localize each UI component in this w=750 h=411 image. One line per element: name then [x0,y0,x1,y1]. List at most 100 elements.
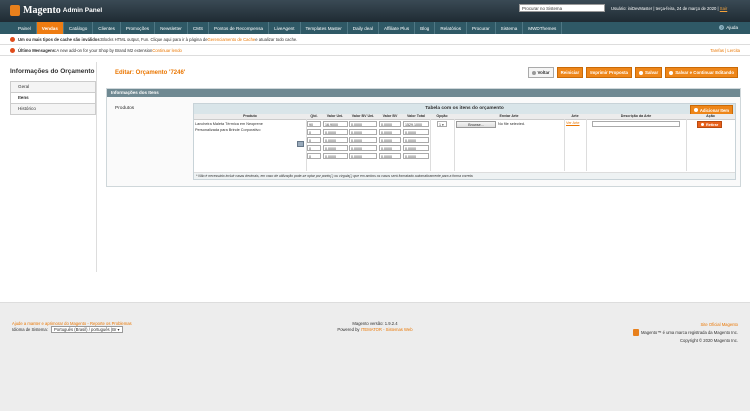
edit-product-icon[interactable] [297,141,304,147]
row-bv-input[interactable]: 0.0000 [379,153,401,159]
nav-item-clientes[interactable]: Clientes [93,22,121,34]
tab-itens[interactable]: Itens [10,92,96,103]
nav-item-newsletter[interactable]: Newsletter [155,22,188,34]
row-qty-input[interactable]: 0 [307,153,321,159]
nav-item-cms[interactable]: CMS [188,22,210,34]
add-icon [693,108,698,112]
row-bv-unit-input[interactable]: 0.0000 [349,129,377,135]
nav-item-procurar[interactable]: Procurar [467,22,496,34]
row-bv-input[interactable]: 0.0000 [379,137,401,143]
tasks-link[interactable]: Tarefas | Lercita [710,48,740,53]
save-icon [639,70,644,75]
row-bv-input[interactable]: 0.0000 [379,129,401,135]
row-total-input[interactable]: 0.0000 [403,137,429,143]
footer-right: Site Oficial Magento Magento™ é uma marc… [632,321,738,345]
grid-divider [430,119,431,171]
nav-item-catalogo[interactable]: Catálogo [64,22,94,34]
nav-item-pontos[interactable]: Pontos de Recompensa [209,22,270,34]
row-total-input[interactable]: 1529.1000 [403,121,429,127]
art-description-input[interactable] [592,121,680,127]
row-qty-input[interactable]: 90 [307,121,321,127]
back-button[interactable]: Voltar [527,67,554,78]
sidebar-tabs: Geral Itens Histórico [10,81,96,115]
save-continue-button[interactable]: Salvar e Continuar Editando [665,67,738,78]
grid-columns: Produto Qtd. Valor Uni. Valor BV Uni. Va… [194,114,735,120]
nav-item-relatorios[interactable]: Relatórios [435,22,468,34]
reset-button[interactable]: Reiniciar [556,67,584,78]
cache-message-title: Um ou mais tipos de cache são inválidos: [18,36,102,42]
row-qty-input[interactable]: 0 [307,137,321,143]
row-bv-unit-input[interactable]: 0.0000 [349,153,377,159]
user-info: Usuário: iniDevMaster | terça-feira, 24 … [611,6,727,11]
nav-item-liveagent[interactable]: LiveAgent [269,22,301,34]
help-label: Ajuda [726,25,738,30]
sidebar: Informações do Orçamento Geral Itens His… [0,62,97,272]
row-bv-input[interactable]: 0.0000 [379,145,401,151]
nav-item-affiliate[interactable]: Affiliate Plus [379,22,416,34]
official-site-link[interactable]: Site Oficial Magento [701,322,738,327]
cache-message: Um ou mais tipos de cache são inválidos:… [0,34,750,45]
reset-label: Reiniciar [560,70,580,75]
product-name: Lancheira Maleta Térmica em Neoprene Per… [195,122,263,132]
row-bv-unit-input[interactable]: 0.0000 [349,121,377,127]
row-unit-input[interactable]: 0.0000 [323,153,348,159]
nav-item-blog[interactable]: Blog [415,22,436,34]
cache-message-text: Blocks HTML output, Fun. Clique aqui par… [101,36,208,42]
cache-management-link[interactable]: Gerenciamento de Cache [208,37,256,42]
admin-header: Magento Admin Panel Procurar no Sistema … [0,0,750,22]
nav-item-sistema[interactable]: Sistema [496,22,524,34]
magento-logo[interactable]: Magento Admin Panel [10,5,102,16]
remove-label: Retirar [706,122,719,127]
row-total-input[interactable]: 0.0000 [403,153,429,159]
row-bv-unit-input[interactable]: 0.0000 [349,137,377,143]
row-bv-unit-input[interactable]: 0.0000 [349,145,377,151]
tab-geral[interactable]: Geral [10,81,96,92]
nav-item-promocoes[interactable]: Promoções [121,22,156,34]
itemator-link[interactable]: ITEMATOR - Sistemas Web [361,327,413,332]
browse-button[interactable]: Browse... [456,121,496,128]
help-link[interactable]: ? Ajuda [719,25,738,30]
row-unit-input[interactable]: 16.9000 [323,121,348,127]
row-unit-input[interactable]: 0.0000 [323,129,348,135]
no-file-text: No file selected. [498,122,526,126]
row-total-input[interactable]: 0.0000 [403,129,429,135]
nav-item-painel[interactable]: Painel [13,22,37,34]
error-icon [10,36,15,42]
nav-item-vendas[interactable]: Vendas [36,22,64,34]
col-produto: Produto [243,114,257,118]
col-enviar-arte: Enviar Arte [499,114,519,118]
nav-item-mwdthemes[interactable]: MWDThemes [523,22,563,34]
latest-message: Último Mensagens: A new add-on for your … [0,45,750,56]
row-bv-input[interactable]: 0.0000 [379,121,401,127]
cache-message-tail: e atualizar todo cache. [255,36,298,42]
col-qtd: Qtd. [310,114,318,118]
remove-button[interactable]: Retirar [697,121,723,128]
option-value: 1 [439,123,441,127]
grid-divider [564,119,565,171]
global-search-input[interactable]: Procurar no Sistema [519,4,605,12]
row-unit-input[interactable]: 0.0000 [323,145,348,151]
nav-item-templates[interactable]: Templates Master [301,22,348,34]
nav-item-daily-deal[interactable]: Daily deal [348,22,379,34]
main-nav: Painel Vendas Catálogo Clientes Promoçõe… [0,22,750,34]
view-art-link[interactable]: Ver Arte [566,121,580,125]
row-unit-input[interactable]: 0.0000 [323,137,348,143]
continue-reading-link[interactable]: Continuar lendo [152,48,182,53]
magento-logo-icon [10,5,20,16]
col-descricao-arte: Descrição da Arte [620,114,652,118]
logout-link[interactable]: Sair [720,6,727,11]
row-qty-input[interactable]: 0 [307,145,321,151]
tab-historico[interactable]: Histórico [10,103,96,115]
option-select[interactable]: 1 ▾ [437,121,447,127]
save-continue-icon [669,70,674,75]
save-button[interactable]: Salvar [635,67,663,78]
print-proposal-button[interactable]: Imprimir Proposta [586,67,633,78]
row-total-input[interactable]: 0.0000 [403,145,429,151]
page-title: Editar: Orçamento '7246' [115,70,186,76]
logo-subtext: Admin Panel [62,7,103,14]
section-header: Informações dos Itens [107,89,740,97]
back-label: Voltar [537,70,550,75]
powered-by: Powered by [337,327,360,332]
logo-text: Magento [23,5,61,16]
row-qty-input[interactable]: 0 [307,129,321,135]
